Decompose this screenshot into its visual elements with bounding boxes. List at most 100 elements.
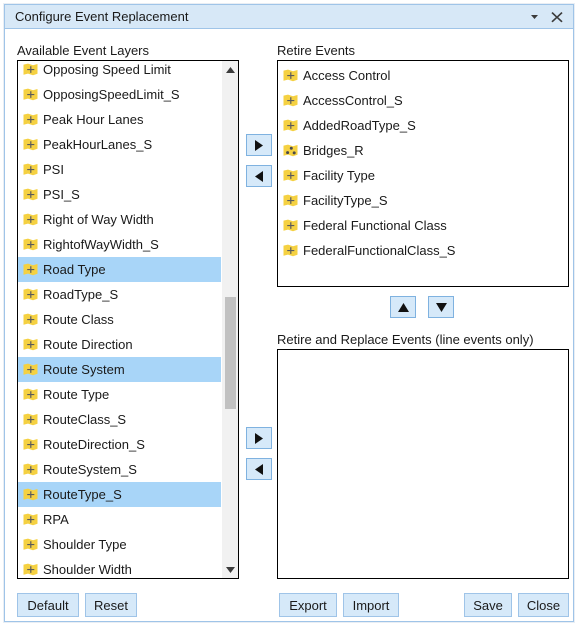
- line-layer-icon: [23, 513, 38, 527]
- list-item-label: RouteDirection_S: [43, 437, 145, 452]
- available-list-scrollbar[interactable]: [221, 61, 238, 578]
- line-layer-icon: [23, 188, 38, 202]
- line-layer-icon: [23, 288, 38, 302]
- close-button[interactable]: Close: [518, 593, 569, 617]
- available-event-layers-list[interactable]: Opposing Speed Limit OpposingSpeedLimit_S…: [17, 60, 239, 579]
- list-item[interactable]: Federal Functional Class: [278, 213, 568, 238]
- configure-event-replacement-dialog: Configure Event Replacement Available Ev…: [4, 4, 574, 622]
- line-layer-icon: [23, 463, 38, 477]
- line-layer-icon: [23, 163, 38, 177]
- list-item-label: FederalFunctionalClass_S: [303, 243, 456, 258]
- move-up-button[interactable]: [390, 296, 416, 318]
- list-item[interactable]: Facility Type: [278, 163, 568, 188]
- line-layer-icon: [23, 238, 38, 252]
- list-item-label: Facility Type: [303, 168, 376, 183]
- list-item[interactable]: Route Type: [18, 382, 221, 407]
- list-item-label: Road Type: [43, 262, 106, 277]
- list-item[interactable]: Shoulder Width: [18, 557, 221, 578]
- default-button[interactable]: Default: [17, 593, 79, 617]
- line-layer-icon: [283, 244, 298, 258]
- line-layer-icon: [283, 194, 298, 208]
- list-item-label: AddedRoadType_S: [303, 118, 416, 133]
- line-layer-icon: [23, 213, 38, 227]
- line-layer-icon: [23, 438, 38, 452]
- list-item[interactable]: PeakHourLanes_S: [18, 132, 221, 157]
- list-item[interactable]: Route Class: [18, 307, 221, 332]
- list-item-label: Route Type: [43, 387, 110, 402]
- list-item[interactable]: Right of Way Width: [18, 207, 221, 232]
- retire-events-label: Retire Events: [277, 43, 356, 58]
- list-item-label: AccessControl_S: [303, 93, 403, 108]
- list-item[interactable]: RouteType_S: [18, 482, 221, 507]
- list-item[interactable]: Access Control: [278, 63, 568, 88]
- line-layer-icon: [23, 313, 38, 327]
- line-layer-icon: [23, 488, 38, 502]
- list-item[interactable]: RPA: [18, 507, 221, 532]
- list-item-label: Route Direction: [43, 337, 133, 352]
- reset-button[interactable]: Reset: [85, 593, 137, 617]
- list-item-label: RoadType_S: [43, 287, 119, 302]
- list-item-label: PeakHourLanes_S: [43, 137, 153, 152]
- list-item[interactable]: Opposing Speed Limit: [18, 61, 221, 82]
- add-to-retire-button[interactable]: [246, 134, 272, 156]
- line-layer-icon: [23, 538, 38, 552]
- list-item[interactable]: PSI_S: [18, 182, 221, 207]
- list-item-label: Access Control: [303, 68, 391, 83]
- window-controls: [527, 10, 573, 24]
- list-item-label: Route Class: [43, 312, 114, 327]
- list-item[interactable]: RouteDirection_S: [18, 432, 221, 457]
- import-button[interactable]: Import: [343, 593, 399, 617]
- retire-events-list[interactable]: Access Control AccessControl_S AddedRoadTy…: [277, 60, 569, 287]
- chevron-down-icon[interactable]: [527, 10, 541, 24]
- move-down-button[interactable]: [428, 296, 454, 318]
- list-item[interactable]: Peak Hour Lanes: [18, 107, 221, 132]
- list-item-label: FacilityType_S: [303, 193, 388, 208]
- line-layer-icon: [283, 119, 298, 133]
- line-layer-icon: [23, 363, 38, 377]
- list-item[interactable]: FederalFunctionalClass_S: [278, 238, 568, 263]
- add-to-replace-button[interactable]: [246, 427, 272, 449]
- export-button[interactable]: Export: [279, 593, 337, 617]
- list-item[interactable]: RoadType_S: [18, 282, 221, 307]
- list-item[interactable]: Route System: [18, 357, 221, 382]
- list-item-label: Peak Hour Lanes: [43, 112, 144, 127]
- remove-from-retire-button[interactable]: [246, 165, 272, 187]
- list-item-label: Route System: [43, 362, 125, 377]
- window-title: Configure Event Replacement: [15, 9, 189, 24]
- scrollbar-thumb[interactable]: [225, 297, 236, 409]
- list-item[interactable]: Road Type: [18, 257, 221, 282]
- list-item-label: RouteType_S: [43, 487, 122, 502]
- remove-from-replace-button[interactable]: [246, 458, 272, 480]
- list-item-label: RPA: [43, 512, 69, 527]
- list-item-label: PSI: [43, 162, 64, 177]
- list-item[interactable]: AccessControl_S: [278, 88, 568, 113]
- list-item-label: RouteClass_S: [43, 412, 127, 427]
- line-layer-icon: [23, 413, 38, 427]
- list-item[interactable]: Route Direction: [18, 332, 221, 357]
- list-item-label: Federal Functional Class: [303, 218, 447, 233]
- list-item[interactable]: PSI: [18, 157, 221, 182]
- line-layer-icon: [283, 169, 298, 183]
- list-item-label: OpposingSpeedLimit_S: [43, 87, 180, 102]
- list-item-label: PSI_S: [43, 187, 80, 202]
- list-item[interactable]: Bridges_R: [278, 138, 568, 163]
- save-button[interactable]: Save: [464, 593, 512, 617]
- list-item[interactable]: Shoulder Type: [18, 532, 221, 557]
- line-layer-icon: [23, 88, 38, 102]
- list-item[interactable]: RouteClass_S: [18, 407, 221, 432]
- list-item-label: RightofWayWidth_S: [43, 237, 159, 252]
- list-item[interactable]: AddedRoadType_S: [278, 113, 568, 138]
- line-layer-icon: [23, 563, 38, 577]
- scroll-down-icon[interactable]: [222, 561, 238, 578]
- retire-and-replace-events-list[interactable]: [277, 349, 569, 579]
- list-item[interactable]: FacilityType_S: [278, 188, 568, 213]
- list-item[interactable]: RouteSystem_S: [18, 457, 221, 482]
- list-item[interactable]: RightofWayWidth_S: [18, 232, 221, 257]
- scroll-up-icon[interactable]: [222, 61, 238, 78]
- retire-and-replace-events-label: Retire and Replace Events (line events o…: [277, 332, 534, 347]
- line-layer-icon: [23, 338, 38, 352]
- window-titlebar: Configure Event Replacement: [5, 5, 573, 29]
- close-icon[interactable]: [550, 10, 564, 24]
- line-layer-icon: [23, 263, 38, 277]
- list-item[interactable]: OpposingSpeedLimit_S: [18, 82, 221, 107]
